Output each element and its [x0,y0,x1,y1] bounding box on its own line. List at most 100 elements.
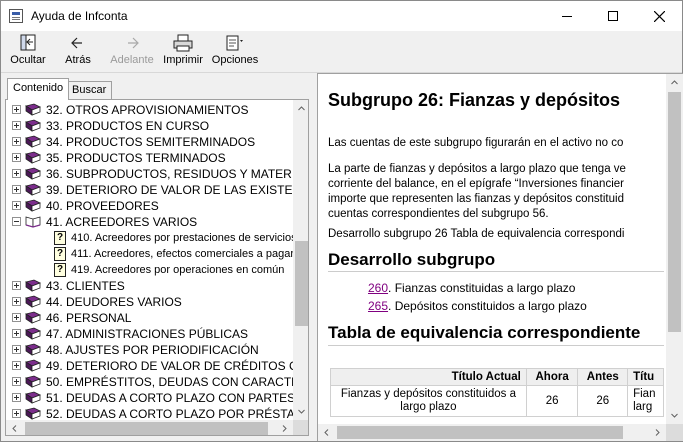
closed-book-icon [25,295,41,308]
tree-item-label: 36. SUBPRODUCTOS, RESIDUOS Y MATERIALE [46,167,309,181]
closed-book-icon [25,119,41,132]
tree-item[interactable]: 32. OTROS APROVISIONAMIENTOS [6,102,293,118]
tree-item-label: 46. PERSONAL [46,311,132,325]
tree-item[interactable]: ? 411. Acreedores, efectos comerciales a … [6,246,294,262]
options-icon [226,35,243,51]
closed-book-icon [25,375,41,388]
scroll-left-arrow-icon[interactable] [6,420,23,435]
topic-horizontal-scrollbar[interactable] [318,424,666,441]
expand-plus-icon[interactable] [12,393,21,402]
opciones-button[interactable]: Opciones [212,33,258,71]
paragraph-line-1: La parte de fianzas y depósitos a largo … [328,163,626,175]
window-title: Ayuda de Infconta [31,9,128,23]
closed-book-icon [25,199,41,212]
tree-horizontal-thumb[interactable] [25,422,268,435]
tree-item-label: 50. EMPRÉSTITOS, DEUDAS CON CARACTERÍS [46,375,309,389]
tree-item-label: 34. PRODUCTOS SEMITERMINADOS [46,135,256,149]
tree-item[interactable]: ? 410. Acreedores por prestaciones de ser… [6,230,297,246]
paragraph-line-4: cuentas correspondientes del subgrupo 56… [328,208,549,220]
tree-item-label: 43. CLIENTES [46,279,125,293]
tree-item-label: 40. PROVEEDORES [46,199,159,213]
scroll-down-arrow-icon[interactable] [293,403,308,420]
hide-pane-icon [20,34,36,51]
closed-book-icon [25,343,41,356]
expand-plus-icon[interactable] [12,185,21,194]
tree-item[interactable]: 35. PRODUCTOS TERMINADOS [6,150,293,166]
topic-vertical-scrollbar[interactable] [666,74,683,426]
topic-horizontal-thumb[interactable] [337,426,623,439]
help-page-icon: ? [54,263,66,277]
expand-plus-icon[interactable] [12,121,21,130]
topic-vertical-thumb[interactable] [668,92,681,332]
scroll-left-arrow-icon[interactable] [318,424,335,441]
topic-heading: Subgrupo 26: Fianzas y depósitos [328,90,621,110]
link-260-text: . Fianzas constituidas a largo plazo [388,281,576,295]
cell-line: larg [633,401,653,413]
tree-item[interactable]: 43. CLIENTES [6,278,293,294]
tree-item[interactable]: 36. SUBPRODUCTOS, RESIDUOS Y MATERIALE [6,166,308,182]
minimize-icon [562,15,572,17]
tree-item[interactable]: ? 419. Acreedores por operaciones en comú… [6,262,293,278]
scroll-up-arrow-icon[interactable] [666,74,683,91]
tab-buscar[interactable]: Buscar [66,81,113,99]
tree-item[interactable]: 50. EMPRÉSTITOS, DEUDAS CON CARACTERÍS [6,374,308,390]
atras-button[interactable]: Atrás [63,33,93,71]
tree-vertical-thumb[interactable] [295,241,308,326]
close-button[interactable] [636,1,682,31]
expand-plus-icon[interactable] [12,377,21,386]
column-header: Títu [627,368,664,386]
expand-plus-icon[interactable] [12,297,21,306]
tree-item[interactable]: 41. ACREEDORES VARIOS [6,214,293,230]
table-row: Fianzas y depósitos constituidos a largo… [330,385,664,417]
tree-item[interactable]: 44. DEUDORES VARIOS [6,294,293,310]
collapse-minus-icon[interactable] [12,217,21,226]
tree-item[interactable]: 39. DETERIORO DE VALOR DE LAS EXISTENCIA [6,182,308,198]
tree-vertical-scrollbar[interactable] [293,100,308,435]
adelante-button[interactable]: Adelante [109,33,155,71]
expand-plus-icon[interactable] [12,169,21,178]
tree-item[interactable]: 46. PERSONAL [6,310,293,326]
close-icon [653,10,665,22]
maximize-button[interactable] [590,1,636,31]
expand-plus-icon[interactable] [12,153,21,162]
navigation-pane: Contenido Buscar 32. OTROS APROVISIONAMI… [1,73,317,441]
closed-book-icon [25,391,41,404]
tab-contenido-label: Contenido [13,82,64,94]
expand-plus-icon[interactable] [12,409,21,418]
expand-plus-icon[interactable] [12,201,21,210]
paragraph-line-3: importe que representen las fianzas y de… [328,193,624,205]
link-260[interactable]: 260 [368,281,388,295]
expand-plus-icon[interactable] [12,345,21,354]
scroll-right-arrow-icon[interactable] [649,424,666,441]
tree-item-label: 51. DEUDAS A CORTO PLAZO CON PARTES VIN [46,391,309,405]
expand-plus-icon[interactable] [12,313,21,322]
expand-plus-icon[interactable] [12,329,21,338]
expand-plus-icon[interactable] [12,281,21,290]
expand-plus-icon[interactable] [12,105,21,114]
scroll-down-arrow-icon[interactable] [666,407,683,424]
tree-item[interactable]: 40. PROVEEDORES [6,198,293,214]
toolbar: Ocultar Atrás Adelante Imprimir Opciones [1,31,682,73]
tree-item-label: 32. OTROS APROVISIONAMIENTOS [46,103,249,117]
scroll-right-arrow-icon[interactable] [276,420,293,435]
tree-horizontal-scrollbar[interactable] [6,420,293,435]
tree-item[interactable]: 48. AJUSTES POR PERIODIFICACIÓN [6,342,293,358]
tree-item[interactable]: 33. PRODUCTOS EN CURSO [6,118,293,134]
topic-pane: Subgrupo 26: Fianzas y depósitos Las cue… [317,73,683,441]
expand-plus-icon[interactable] [12,137,21,146]
minimize-button[interactable] [544,1,590,31]
tree-item-label: 44. DEUDORES VARIOS [46,295,182,309]
tree-item[interactable]: 34. PRODUCTOS SEMITERMINADOS [6,134,293,150]
tree-item[interactable]: 47. ADMINISTRACIONES PÚBLICAS [6,326,293,342]
imprimir-button[interactable]: Imprimir [163,33,203,71]
tree-item-label: 33. PRODUCTOS EN CURSO [46,119,210,133]
ocultar-label: Ocultar [10,54,46,66]
ocultar-button[interactable]: Ocultar [9,33,47,71]
expand-plus-icon[interactable] [12,361,21,370]
scroll-up-arrow-icon[interactable] [293,100,308,117]
tree-item[interactable]: 51. DEUDAS A CORTO PLAZO CON PARTES VIN [6,390,308,406]
maximize-icon [608,11,618,21]
tab-contenido[interactable]: Contenido [7,78,70,100]
link-265[interactable]: 265 [368,299,388,313]
tree-item[interactable]: 49. DETERIORO DE VALOR DE CRÉDITOS COM [6,358,308,374]
